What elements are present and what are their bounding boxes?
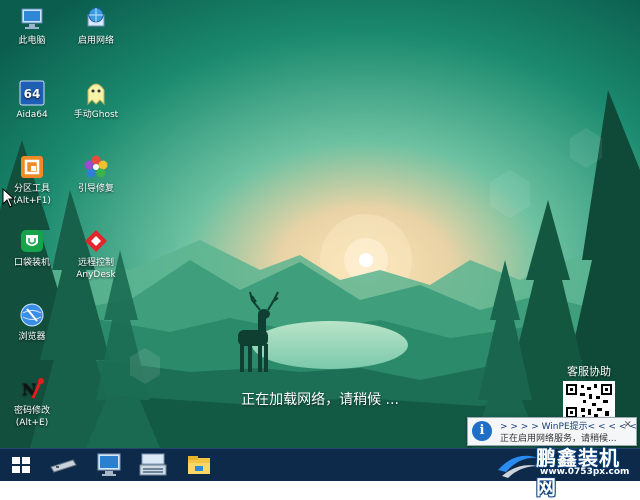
network-globe-icon — [87, 7, 105, 27]
ghost-icon — [87, 83, 105, 106]
support-label: 客服协助 — [567, 365, 611, 378]
desktop-icon-label: 此电脑 — [18, 36, 46, 46]
partition-tool-icon — [21, 156, 43, 178]
mouse-cursor-icon — [2, 188, 16, 208]
desktop-icon-boot-repair[interactable]: 引导修复 — [64, 154, 128, 195]
watermark-swoosh-icon — [498, 455, 538, 478]
desktop-icon-label: 口袋装机 — [13, 258, 50, 268]
pocket-install-icon — [21, 230, 43, 252]
desktop-icon-label: 引导修复 — [77, 184, 114, 194]
desktop-icon-label: Aida64 — [16, 110, 48, 120]
desktop-icon-enable-network[interactable]: 启用网络 — [64, 6, 128, 47]
desktop-icon-pocket-install[interactable]: 口袋装机 — [0, 228, 64, 269]
aida-badge-text: 64 — [24, 87, 41, 101]
desktop: 此电脑 启用网络 64 Aida64 手动Ghost 分区工具 (Alt+F1)… — [0, 0, 640, 448]
boot-repair-icon — [84, 155, 108, 178]
desktop-icon-browser[interactable]: 浏览器 — [0, 302, 64, 343]
browser-icon — [20, 303, 44, 327]
computer-monitor-icon[interactable] — [92, 451, 126, 479]
file-explorer-icon[interactable] — [182, 451, 216, 479]
wallpaper-landscape — [0, 0, 640, 448]
desktop-icon-label: 浏览器 — [18, 332, 46, 342]
desktop-icon-label: 远程控制 AnyDesk — [76, 258, 116, 280]
start-icon[interactable] — [4, 451, 38, 479]
info-icon: i — [472, 421, 492, 441]
desktop-icon-label: 启用网络 — [77, 36, 114, 46]
desktop-icon-label: 手动Ghost — [73, 110, 119, 120]
drive-icon[interactable] — [46, 451, 80, 479]
anydesk-icon — [85, 230, 107, 252]
popup-close-button[interactable]: × — [624, 419, 632, 430]
qr-code-image — [563, 381, 615, 421]
desktop-icon-aida64[interactable]: 64 Aida64 — [0, 80, 64, 121]
desktop-icon-manual-ghost[interactable]: 手动Ghost — [64, 80, 128, 121]
desktop-icon-anydesk[interactable]: 远程控制 AnyDesk — [64, 228, 128, 281]
desktop-icon-this-pc[interactable]: 此电脑 — [0, 6, 64, 47]
computer-icon — [21, 8, 43, 29]
watermark-url: www.0753px.com — [540, 467, 630, 477]
aida64-icon: 64 — [19, 80, 45, 106]
site-watermark-logo: 鹏鑫装机网 www.0753px.com — [496, 440, 640, 499]
keyboard-icon[interactable] — [136, 451, 170, 479]
loading-status-text: 正在加载网络，请稍候 ... — [241, 392, 399, 408]
